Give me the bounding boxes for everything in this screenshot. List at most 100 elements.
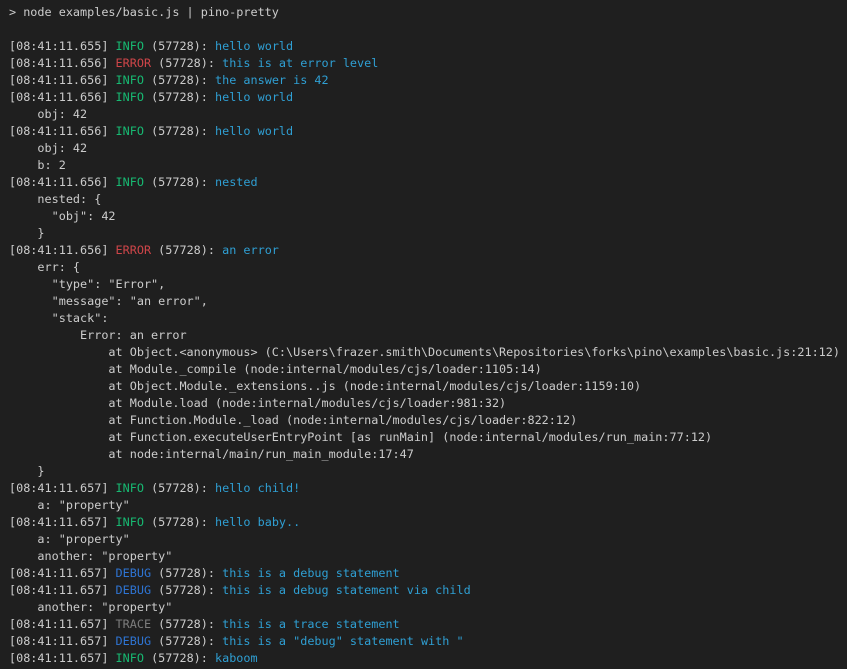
log-segment: [08:41:11.657] bbox=[9, 583, 116, 597]
log-segment: this is a debug statement bbox=[222, 566, 400, 580]
log-segment: (57728): bbox=[144, 651, 215, 665]
log-segment: INFO bbox=[116, 124, 144, 138]
terminal-line: b: 2 bbox=[9, 157, 847, 174]
log-segment: DEBUG bbox=[116, 634, 152, 648]
log-segment: (57728): bbox=[151, 56, 222, 70]
log-segment: this is a debug statement via child bbox=[222, 583, 471, 597]
log-segment: at node:internal/main/run_main_module:17… bbox=[9, 447, 414, 461]
log-segment: nested bbox=[215, 175, 258, 189]
log-segment: [08:41:11.655] bbox=[9, 39, 116, 53]
terminal-line: at Object.Module._extensions..js (node:i… bbox=[9, 378, 847, 395]
terminal-line: [08:41:11.656] ERROR (57728): an error bbox=[9, 242, 847, 259]
terminal-window[interactable]: > node examples/basic.js | pino-pretty [0… bbox=[0, 0, 847, 669]
terminal-line: [08:41:11.655] INFO (57728): hello world bbox=[9, 38, 847, 55]
log-segment: (57728): bbox=[151, 566, 222, 580]
terminal-line: [08:41:11.656] INFO (57728): the answer … bbox=[9, 72, 847, 89]
log-segment: b: 2 bbox=[9, 158, 66, 172]
log-segment: [08:41:11.656] bbox=[9, 73, 116, 87]
log-segment: the answer is 42 bbox=[215, 73, 329, 87]
terminal-line: "message": "an error", bbox=[9, 293, 847, 310]
log-segment: [08:41:11.657] bbox=[9, 481, 116, 495]
terminal-line: [08:41:11.657] INFO (57728): kaboom bbox=[9, 650, 847, 667]
terminal-line: at Function.Module._load (node:internal/… bbox=[9, 412, 847, 429]
terminal-line: [08:41:11.657] INFO (57728): hello baby.… bbox=[9, 514, 847, 531]
log-segment: [08:41:11.656] bbox=[9, 243, 116, 257]
terminal-line: nested: { bbox=[9, 191, 847, 208]
log-segment: hello world bbox=[215, 124, 293, 138]
log-segment: at Module._compile (node:internal/module… bbox=[9, 362, 542, 376]
terminal-line: } bbox=[9, 463, 847, 480]
log-segment: obj: 42 bbox=[9, 141, 87, 155]
log-segment: [08:41:11.656] bbox=[9, 56, 116, 70]
log-segment: (57728): bbox=[144, 73, 215, 87]
log-segment: INFO bbox=[116, 90, 144, 104]
log-segment: INFO bbox=[116, 651, 144, 665]
log-segment: at Function.Module._load (node:internal/… bbox=[9, 413, 577, 427]
command-line: > node examples/basic.js | pino-pretty bbox=[9, 4, 847, 21]
log-segment: at Function.executeUserEntryPoint [as ru… bbox=[9, 430, 712, 444]
terminal-line: err: { bbox=[9, 259, 847, 276]
terminal-line: [08:41:11.657] INFO (57728): hello child… bbox=[9, 480, 847, 497]
log-segment: (57728): bbox=[144, 124, 215, 138]
log-segment: obj: 42 bbox=[9, 107, 87, 121]
log-segment: hello world bbox=[215, 39, 293, 53]
terminal-line: "obj": 42 bbox=[9, 208, 847, 225]
log-segment: "message": "an error", bbox=[9, 294, 208, 308]
terminal-line: } bbox=[9, 225, 847, 242]
log-segment: [08:41:11.657] bbox=[9, 651, 116, 665]
terminal-line: obj: 42 bbox=[9, 140, 847, 157]
log-segment: (57728): bbox=[151, 634, 222, 648]
log-segment: (57728): bbox=[151, 617, 222, 631]
log-segment: INFO bbox=[116, 39, 144, 53]
log-segment: (57728): bbox=[151, 583, 222, 597]
log-segment: (57728): bbox=[144, 175, 215, 189]
log-segment: [08:41:11.656] bbox=[9, 90, 116, 104]
terminal-line: [08:41:11.656] INFO (57728): nested bbox=[9, 174, 847, 191]
log-segment: INFO bbox=[116, 175, 144, 189]
log-segment: INFO bbox=[116, 73, 144, 87]
terminal-line: at Object.<anonymous> (C:\Users\frazer.s… bbox=[9, 344, 847, 361]
log-segment: DEBUG bbox=[116, 583, 152, 597]
log-segment: TRACE bbox=[116, 617, 152, 631]
log-segment: DEBUG bbox=[116, 566, 152, 580]
log-segment: this is at error level bbox=[222, 56, 378, 70]
log-segment: [08:41:11.656] bbox=[9, 124, 116, 138]
log-segment: at Object.Module._extensions..js (node:i… bbox=[9, 379, 641, 393]
log-segment: "obj": 42 bbox=[9, 209, 116, 223]
log-segment: [08:41:11.657] bbox=[9, 617, 116, 631]
log-segment: INFO bbox=[116, 515, 144, 529]
terminal-line: a: "property" bbox=[9, 497, 847, 514]
log-segment: an error bbox=[222, 243, 279, 257]
log-segment: hello baby.. bbox=[215, 515, 300, 529]
log-segment: ERROR bbox=[116, 56, 152, 70]
terminal-line: another: "property" bbox=[9, 548, 847, 565]
terminal-line bbox=[9, 21, 847, 38]
terminal-line: a: "property" bbox=[9, 531, 847, 548]
log-segment: hello world bbox=[215, 90, 293, 104]
log-segment: another: "property" bbox=[9, 549, 172, 563]
terminal-line: at Function.executeUserEntryPoint [as ru… bbox=[9, 429, 847, 446]
terminal-output: > node examples/basic.js | pino-pretty [0… bbox=[0, 0, 847, 667]
log-segment: this is a trace statement bbox=[222, 617, 400, 631]
log-segment: another: "property" bbox=[9, 600, 172, 614]
log-segment: > node examples/basic.js | pino-pretty bbox=[9, 5, 279, 19]
terminal-line: [08:41:11.657] DEBUG (57728): this is a … bbox=[9, 633, 847, 650]
terminal-line: at node:internal/main/run_main_module:17… bbox=[9, 446, 847, 463]
log-segment: at Module.load (node:internal/modules/cj… bbox=[9, 396, 506, 410]
log-segment: [08:41:11.657] bbox=[9, 634, 116, 648]
log-segment: Error: an error bbox=[9, 328, 187, 342]
log-segment: (57728): bbox=[144, 481, 215, 495]
log-segment: err: { bbox=[9, 260, 80, 274]
log-segment: a: "property" bbox=[9, 532, 130, 546]
log-segment: (57728): bbox=[144, 515, 215, 529]
log-segment: } bbox=[9, 226, 45, 240]
log-segment: kaboom bbox=[215, 651, 258, 665]
log-segment: at Object.<anonymous> (C:\Users\frazer.s… bbox=[9, 345, 840, 359]
log-segment: ERROR bbox=[116, 243, 152, 257]
log-segment: (57728): bbox=[144, 39, 215, 53]
log-segment: this is a "debug" statement with " bbox=[222, 634, 463, 648]
log-segment: } bbox=[9, 464, 45, 478]
log-segment: "type": "Error", bbox=[9, 277, 165, 291]
terminal-line: at Module._compile (node:internal/module… bbox=[9, 361, 847, 378]
terminal-line: [08:41:11.656] INFO (57728): hello world bbox=[9, 89, 847, 106]
